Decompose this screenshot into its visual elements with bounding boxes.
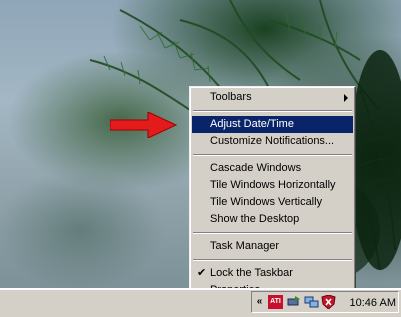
ati-icon[interactable]: ATI [268, 295, 283, 309]
menu-item-label: Customize Notifications... [210, 135, 335, 147]
menu-item-customize-notifications[interactable]: Customize Notifications... [192, 133, 353, 150]
menu-item-label: Show the Desktop [210, 213, 300, 225]
menu-item-toolbars[interactable]: Toolbars [192, 89, 353, 106]
menu-separator [193, 259, 352, 261]
menu-item-label: Tile Windows Horizontally [210, 179, 336, 191]
menu-item-cascade-windows[interactable]: Cascade Windows [192, 160, 353, 177]
menu-item-tile-horizontally[interactable]: Tile Windows Horizontally [192, 177, 353, 194]
network-icon[interactable] [304, 295, 319, 309]
menu-item-task-manager[interactable]: Task Manager [192, 238, 353, 255]
menu-separator [193, 232, 352, 234]
security-shield-icon[interactable] [321, 295, 336, 309]
menu-item-label: Cascade Windows [210, 162, 302, 174]
menu-item-label: Toolbars [210, 91, 252, 103]
menu-item-lock-taskbar[interactable]: ✔ Lock the Taskbar [192, 265, 353, 282]
menu-item-label: Lock the Taskbar [210, 267, 293, 279]
menu-item-label: Adjust Date/Time [210, 118, 294, 130]
red-arrow-icon [110, 112, 178, 138]
menu-item-adjust-date-time[interactable]: Adjust Date/Time [192, 116, 353, 133]
show-hidden-icons-chevron[interactable]: « [254, 296, 265, 308]
menu-item-tile-vertically[interactable]: Tile Windows Vertically [192, 194, 353, 211]
menu-separator [193, 110, 352, 112]
system-clock[interactable]: 10:46 AM [340, 296, 396, 310]
menu-item-label: Tile Windows Vertically [210, 196, 323, 208]
menu-item-label: Task Manager [210, 240, 280, 252]
taskbar-context-menu: Toolbars Adjust Date/Time Customize Noti… [189, 86, 356, 296]
checkmark-icon: ✔ [197, 267, 207, 279]
submenu-arrow-icon [344, 94, 348, 102]
menu-item-show-desktop[interactable]: Show the Desktop [192, 211, 353, 228]
menu-separator [193, 154, 352, 156]
safely-remove-icon[interactable] [286, 295, 301, 309]
